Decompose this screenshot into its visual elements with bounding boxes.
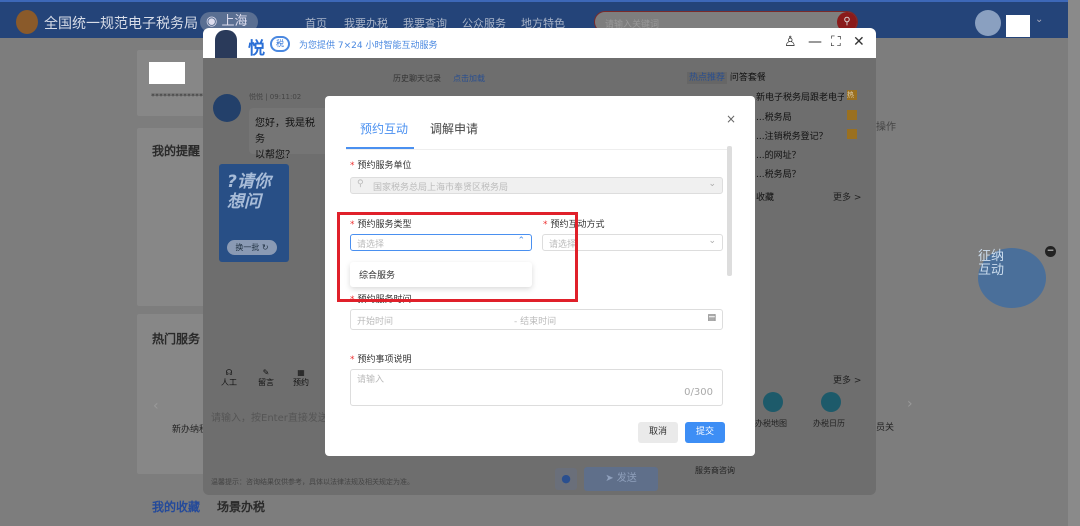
greeting-line: 以帮您？ bbox=[255, 150, 295, 161]
tool-human[interactable]: ☊ 人工 bbox=[221, 368, 237, 388]
tax-map-icon bbox=[763, 392, 783, 412]
side-more[interactable]: 更多 > bbox=[833, 190, 861, 203]
calendar-icon: ▤ bbox=[707, 313, 716, 323]
chat-header: 悦 税 为您提供 7×24 小时智能互动服务 ♙ — ⛶ ✕ bbox=[203, 28, 876, 59]
side-collect: 收藏 bbox=[756, 193, 775, 203]
time-range-picker[interactable]: 开始时间 - 结束时间 ▤ bbox=[350, 309, 723, 330]
side-item[interactable]: 新电子税务局跟老电子税务局有... bbox=[756, 90, 844, 103]
description-textarea[interactable]: 请输入 0/300 bbox=[350, 369, 723, 406]
chevron-down-icon[interactable]: ⌄ bbox=[1035, 14, 1043, 25]
user-avatar[interactable] bbox=[975, 10, 1001, 36]
close-icon[interactable]: × bbox=[726, 112, 736, 126]
minimize-icon[interactable]: — bbox=[808, 34, 822, 50]
side-tabs: 热点推荐 问答套餐 bbox=[687, 70, 766, 84]
side-item[interactable]: ...税务局 bbox=[756, 110, 844, 123]
chevron-down-icon: ⌄ bbox=[708, 236, 716, 246]
tool-message[interactable]: ✎ 留言 bbox=[258, 368, 274, 388]
page-scrollbar[interactable] bbox=[1068, 0, 1080, 526]
hot-badge: 热 bbox=[847, 90, 857, 100]
tab-divider bbox=[346, 149, 731, 150]
start-time[interactable]: 开始时间 bbox=[357, 317, 393, 327]
service-tax-calendar[interactable]: 办税日历 bbox=[813, 418, 845, 429]
service-unit-select[interactable]: ⚲ 国家税务总局上海市奉贤区税务局 ⌄ bbox=[350, 177, 723, 194]
message-sender: 悦悦 | 09:11:02 bbox=[249, 93, 302, 101]
fullscreen-icon[interactable]: ⛶ bbox=[831, 34, 841, 50]
name-redacted bbox=[149, 62, 185, 84]
chevron-down-icon: ⌄ bbox=[708, 179, 716, 189]
service-provider-consult[interactable]: 服务商咨询 bbox=[695, 465, 735, 476]
search-icon: ⚲ bbox=[357, 179, 364, 189]
user-icon[interactable]: ♙ bbox=[784, 34, 797, 50]
history-label: 历史聊天记录 bbox=[393, 74, 441, 83]
char-counter: 0/300 bbox=[684, 387, 713, 398]
tab-mediation[interactable]: 调解申请 bbox=[430, 120, 478, 137]
tax-calendar-icon bbox=[821, 392, 841, 412]
minimize-mascot-icon[interactable]: − bbox=[1045, 246, 1056, 257]
tool-label: 预约 bbox=[293, 378, 309, 387]
chat-input[interactable]: 请输入，按Enter直接发送 bbox=[211, 409, 328, 424]
chevron-left-icon[interactable]: ‹ bbox=[153, 398, 159, 414]
city-label: 上海 bbox=[221, 14, 248, 29]
greeting-bubble: 您好，我是税务以帮您？ bbox=[249, 108, 329, 161]
unit-label: * 预约服务单位 bbox=[350, 161, 412, 171]
mascot-avatar bbox=[215, 30, 237, 58]
tab-qa-package[interactable]: 问答套餐 bbox=[730, 73, 766, 83]
hot-badge bbox=[847, 110, 857, 120]
tool-label: 人工 bbox=[221, 378, 237, 387]
load-history-link[interactable]: 点击加载 bbox=[453, 73, 485, 84]
close-icon[interactable]: ✕ bbox=[853, 34, 865, 50]
brand-name: 悦 bbox=[248, 39, 265, 59]
side-item[interactable]: ...的网址？ bbox=[756, 148, 844, 161]
tab-favorites[interactable]: 我的收藏 bbox=[152, 498, 200, 515]
headset-icon: ☊ bbox=[225, 368, 233, 377]
microphone-icon[interactable]: ● bbox=[555, 468, 577, 490]
chat-tip: 温馨提示：咨询结果仅供参考，具体以法律法规及相关规定为准。 bbox=[211, 478, 414, 486]
tool-label: 留言 bbox=[258, 378, 274, 387]
more-link[interactable]: 更多 > bbox=[833, 373, 861, 386]
side-item[interactable]: ...注销税务登记？ bbox=[756, 129, 844, 142]
cancel-button[interactable]: 取消 bbox=[638, 422, 678, 443]
brand-badge: 税 bbox=[270, 36, 290, 52]
service-item[interactable]: 员关 bbox=[876, 420, 894, 433]
site-title: 全国统一规范电子税务局 bbox=[44, 16, 198, 32]
slogan: 为您提供 7×24 小时智能互动服务 bbox=[299, 41, 438, 51]
reminders-title: 我的提醒 bbox=[152, 144, 201, 158]
calendar-icon: ▦ bbox=[297, 368, 305, 377]
service-tax-map[interactable]: 办税地图 bbox=[755, 418, 787, 429]
send-label: 发送 bbox=[616, 473, 637, 484]
mascot-text: 征纳互动 bbox=[978, 249, 1005, 278]
mascot-widget[interactable]: 征纳互动 bbox=[978, 248, 1046, 308]
chevron-right-icon[interactable]: › bbox=[907, 396, 913, 412]
desc-label: * 预约事项说明 bbox=[350, 355, 412, 365]
tax-emblem-logo bbox=[16, 10, 38, 34]
tab-scenario[interactable]: 场景办税 bbox=[217, 498, 265, 515]
bot-avatar bbox=[213, 94, 241, 122]
submit-button[interactable]: 提交 bbox=[685, 422, 725, 443]
refresh-label: 换一批 bbox=[235, 243, 260, 252]
hot-services-title: 热门服务 bbox=[152, 332, 201, 346]
tool-appointment[interactable]: ▦ 预约 bbox=[293, 368, 309, 388]
tab-hot[interactable]: 热点推荐 bbox=[687, 72, 728, 84]
edit-icon: ✎ bbox=[262, 368, 270, 377]
operation-text: 操作 bbox=[876, 122, 896, 133]
side-item[interactable]: ...税务局？ bbox=[756, 167, 844, 180]
tab-appointment[interactable]: 预约互动 bbox=[360, 120, 408, 137]
hot-badge bbox=[847, 129, 857, 139]
username-redacted bbox=[1006, 15, 1030, 37]
highlight-box bbox=[337, 212, 578, 302]
greeting-line: 您好，我是税务 bbox=[255, 118, 315, 145]
send-button[interactable]: ➤ 发送 bbox=[584, 467, 658, 491]
refresh-button[interactable]: 换一批 ↻ bbox=[227, 240, 277, 255]
dialog-scrollbar[interactable] bbox=[727, 146, 732, 276]
masked-id: ************** bbox=[151, 92, 207, 101]
end-time[interactable]: - 结束时间 bbox=[514, 314, 556, 327]
